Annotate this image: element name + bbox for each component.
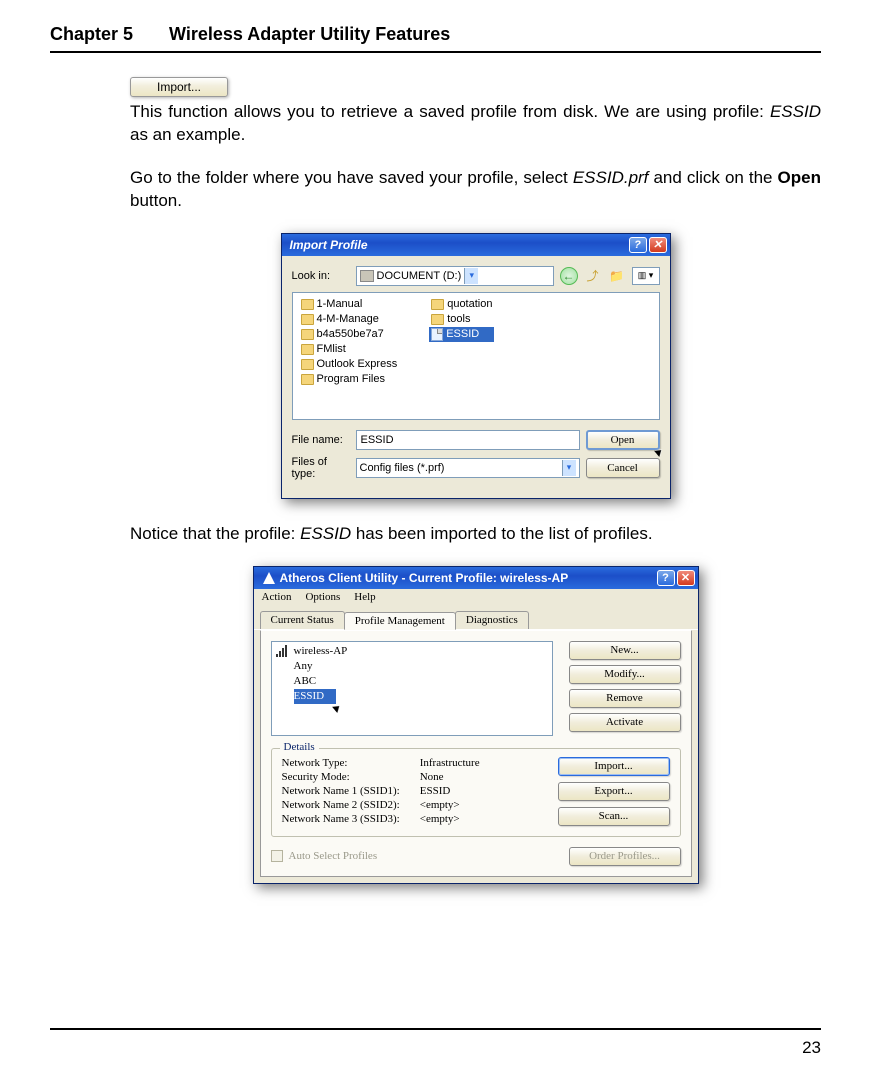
- help-button[interactable]: ?: [629, 237, 647, 253]
- import-profile-button[interactable]: Import...: [558, 757, 670, 776]
- open-button[interactable]: Open: [586, 430, 660, 450]
- page-number: 23: [802, 1038, 821, 1058]
- window-title: Atheros Client Utility - Current Profile…: [280, 571, 655, 585]
- folder-icon: [431, 314, 444, 325]
- chapter-title: Wireless Adapter Utility Features: [169, 24, 450, 45]
- detail-value: <empty>: [420, 799, 480, 811]
- window-titlebar: Atheros Client Utility - Current Profile…: [254, 567, 698, 589]
- folder-icon: [301, 314, 314, 325]
- tab-current-status[interactable]: Current Status: [260, 611, 345, 629]
- export-profile-button[interactable]: Export...: [558, 782, 670, 801]
- look-in-label: Look in:: [292, 270, 350, 282]
- look-in-value: DOCUMENT (D:): [377, 270, 462, 282]
- detail-label: Network Name 1 (SSID1):: [282, 785, 400, 797]
- list-item[interactable]: Any: [272, 659, 552, 674]
- dialog-titlebar: Import Profile ? ✕: [282, 234, 670, 256]
- menu-help[interactable]: Help: [354, 591, 375, 603]
- paragraph-result: Notice that the profile: ESSID has been …: [130, 523, 821, 546]
- menu-action[interactable]: Action: [262, 591, 292, 603]
- drive-icon: [360, 270, 374, 282]
- auto-select-label: Auto Select Profiles: [289, 850, 378, 862]
- menu-options[interactable]: Options: [305, 591, 340, 603]
- list-item[interactable]: Outlook Express: [299, 357, 400, 372]
- details-title: Details: [280, 741, 319, 753]
- folder-icon: [431, 299, 444, 310]
- dialog-title: Import Profile: [290, 238, 627, 252]
- auto-select-checkbox[interactable]: [271, 850, 283, 862]
- folder-icon: [301, 329, 314, 340]
- filename-input[interactable]: ESSID: [356, 430, 580, 450]
- import-profile-dialog: Import Profile ? ✕ Look in: DOCUMENT (D:…: [281, 233, 671, 499]
- detail-label: Network Name 3 (SSID3):: [282, 813, 400, 825]
- scan-button[interactable]: Scan...: [558, 807, 670, 826]
- detail-value: <empty>: [420, 813, 480, 825]
- list-item[interactable]: 1-Manual: [299, 297, 400, 312]
- atheros-client-utility-window: Atheros Client Utility - Current Profile…: [253, 566, 699, 884]
- list-item-selected[interactable]: ESSID: [429, 327, 494, 342]
- details-group: Details Network Type: Security Mode: Net…: [271, 748, 681, 837]
- detail-value: ESSID: [420, 785, 480, 797]
- file-icon: [431, 328, 443, 341]
- list-item-selected[interactable]: ESSID: [294, 689, 337, 704]
- chevron-down-icon[interactable]: ▾: [562, 460, 576, 476]
- nav-back-icon[interactable]: ←: [560, 267, 578, 285]
- modify-button[interactable]: Modify...: [569, 665, 681, 684]
- folder-icon: [301, 374, 314, 385]
- import-button-label: Import...: [157, 80, 201, 94]
- order-profiles-button[interactable]: Order Profiles...: [569, 847, 681, 866]
- list-item[interactable]: quotation: [429, 297, 494, 312]
- new-button[interactable]: New...: [569, 641, 681, 660]
- help-button[interactable]: ?: [657, 570, 675, 586]
- chevron-down-icon[interactable]: ▾: [464, 268, 478, 284]
- paragraph-intro: This function allows you to retrieve a s…: [130, 101, 821, 147]
- tab-profile-management[interactable]: Profile Management: [344, 612, 456, 630]
- app-icon: [262, 571, 276, 585]
- detail-label: Network Type:: [282, 757, 400, 769]
- profile-list[interactable]: wireless-AP Any ABC ESSID: [271, 641, 553, 736]
- list-item[interactable]: tools: [429, 312, 494, 327]
- header-rule: [50, 51, 821, 53]
- detail-value: None: [420, 771, 480, 783]
- folder-icon: [301, 359, 314, 370]
- signal-icon: [276, 645, 290, 657]
- new-folder-icon[interactable]: 📁: [608, 267, 626, 285]
- close-button[interactable]: ✕: [649, 237, 667, 253]
- cancel-button[interactable]: Cancel: [586, 458, 660, 478]
- detail-value: Infrastructure: [420, 757, 480, 769]
- footer-rule: [50, 1028, 821, 1030]
- folder-icon: [301, 344, 314, 355]
- view-menu-icon[interactable]: ▥ ▾: [632, 267, 660, 285]
- list-item[interactable]: b4a550be7a7: [299, 327, 400, 342]
- remove-button[interactable]: Remove: [569, 689, 681, 708]
- filetype-dropdown[interactable]: Config files (*.prf) ▾: [356, 458, 580, 478]
- detail-label: Security Mode:: [282, 771, 400, 783]
- paragraph-instruction: Go to the folder where you have saved yo…: [130, 167, 821, 213]
- tab-panel: wireless-AP Any ABC ESSID New... Modify.…: [260, 630, 692, 877]
- tab-diagnostics[interactable]: Diagnostics: [455, 611, 529, 629]
- filename-label: File name:: [292, 434, 350, 446]
- activate-button[interactable]: Activate: [569, 713, 681, 732]
- close-button[interactable]: ✕: [677, 570, 695, 586]
- menubar: Action Options Help: [254, 589, 698, 605]
- chapter-header: Chapter 5 Wireless Adapter Utility Featu…: [50, 24, 821, 45]
- look-in-dropdown[interactable]: DOCUMENT (D:) ▾: [356, 266, 554, 286]
- list-item[interactable]: 4-M-Manage: [299, 312, 400, 327]
- filetype-label: Files of type:: [292, 456, 350, 480]
- list-item[interactable]: ABC: [272, 674, 552, 689]
- chapter-number: Chapter 5: [50, 24, 133, 45]
- nav-up-icon[interactable]: ⤴: [584, 267, 602, 285]
- file-list[interactable]: 1-Manual 4-M-Manage b4a550be7a7 FMlist O…: [292, 292, 660, 420]
- tabstrip: Current Status Profile Management Diagno…: [254, 605, 698, 630]
- list-item[interactable]: wireless-AP: [272, 644, 552, 659]
- folder-icon: [301, 299, 314, 310]
- detail-label: Network Name 2 (SSID2):: [282, 799, 400, 811]
- list-item[interactable]: Program Files: [299, 372, 400, 387]
- list-item[interactable]: FMlist: [299, 342, 400, 357]
- import-button[interactable]: Import...: [130, 77, 228, 97]
